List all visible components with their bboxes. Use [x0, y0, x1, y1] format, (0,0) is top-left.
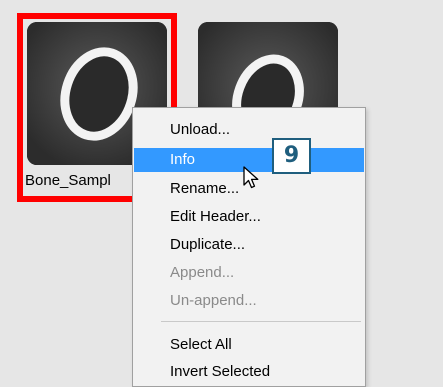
mouse-pointer-icon	[243, 166, 259, 189]
context-menu: Unload... Info Rename... Edit Header... …	[132, 107, 366, 387]
image-workspace: Bone_Sampl Unload... Info Rename... Edit…	[0, 0, 443, 387]
menu-item-invert-selected[interactable]: Invert Selected	[134, 360, 364, 384]
menu-item-un-append: Un-append...	[170, 292, 257, 309]
menu-item-select-all[interactable]: Select All	[134, 333, 364, 357]
menu-separator	[161, 321, 361, 322]
menu-item-append: Append...	[170, 264, 235, 281]
menu-item-edit-header[interactable]: Edit Header...	[134, 205, 364, 229]
thumbnail-label: Bone_Sampl	[25, 172, 111, 189]
menu-item-duplicate[interactable]: Duplicate...	[134, 233, 364, 257]
step-number-badge: 9	[272, 138, 311, 174]
menu-item-unload[interactable]: Unload...	[134, 118, 364, 142]
